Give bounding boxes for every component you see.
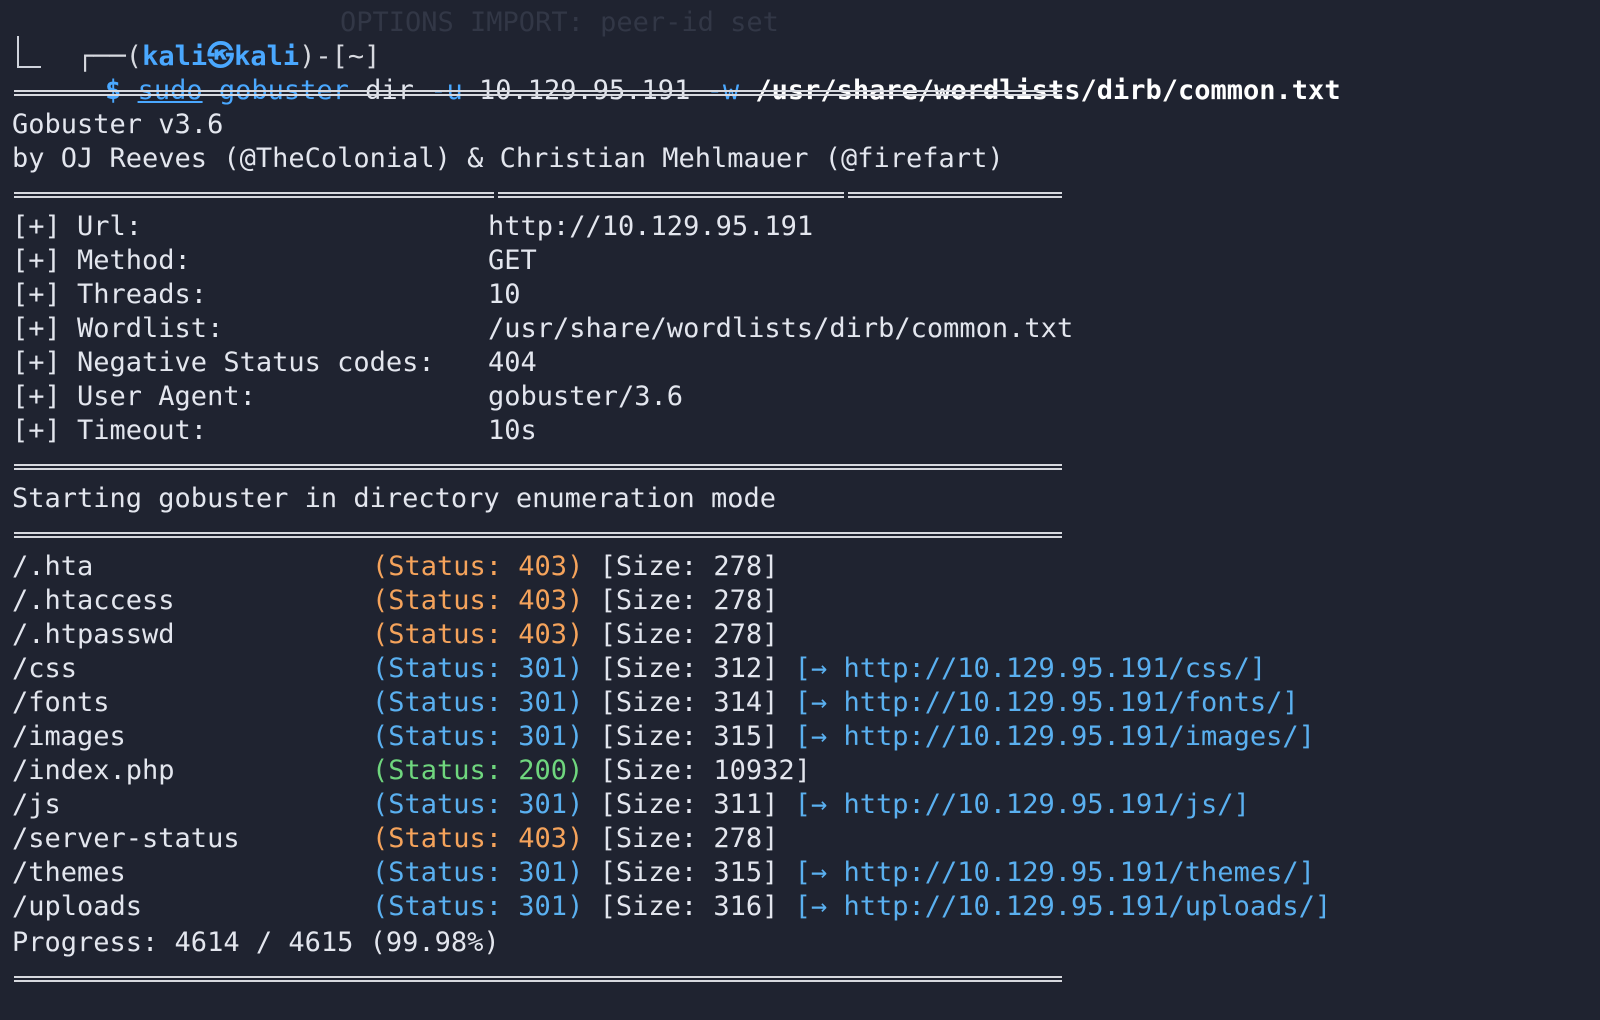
config-timeout: [+] Timeout: 10s	[12, 414, 537, 448]
status-code: (Status: 301)	[372, 687, 584, 718]
status-code: (Status: 301)	[372, 891, 584, 922]
redirect-link[interactable]: [→ http://10.129.95.191/js/]	[795, 789, 1250, 820]
result-size: [Size: 315]	[599, 857, 779, 888]
status-code: (Status: 403)	[372, 551, 584, 582]
status-code: (Status: 403)	[372, 585, 584, 616]
banner-title: Gobuster v3.6	[12, 109, 224, 140]
status-code: (Status: 301)	[372, 653, 584, 684]
result-size: [Size: 315]	[599, 721, 779, 752]
result-size: [Size: 314]	[599, 687, 779, 718]
config-url: [+] Url: http://10.129.95.191	[12, 210, 813, 244]
config-wordlist: [+] Wordlist: /usr/share/wordlists/dirb/c…	[12, 312, 1073, 346]
result-path: /index.php	[12, 755, 175, 786]
config-value: 10	[488, 279, 521, 310]
result-size: [Size: 278]	[599, 619, 779, 650]
result-size: [Size: 278]	[599, 585, 779, 616]
redirect-link[interactable]: [→ http://10.129.95.191/uploads/]	[795, 891, 1331, 922]
result-row[interactable]: /uploads (Status: 301) [Size: 316] [→ htt…	[12, 890, 1331, 924]
config-value: /usr/share/wordlists/dirb/common.txt	[488, 313, 1074, 344]
result-size: [Size: 316]	[599, 891, 779, 922]
separator	[14, 532, 1062, 538]
result-size: [Size: 278]	[599, 823, 779, 854]
status-code: (Status: 301)	[372, 857, 584, 888]
result-path: /.hta	[12, 551, 94, 582]
status-code: (Status: 403)	[372, 619, 584, 650]
result-row[interactable]: /images (Status: 301) [Size: 315] [→ http…	[12, 720, 1315, 754]
config-value: gobuster/3.6	[488, 381, 684, 412]
result-size: [Size: 278]	[599, 551, 779, 582]
config-value: 10s	[488, 415, 537, 446]
config-method: [+] Method: GET	[12, 244, 537, 278]
config-key: [+] Threads:	[12, 279, 208, 310]
separator	[14, 464, 1062, 470]
separator	[14, 976, 1062, 982]
result-row[interactable]: /.htpasswd (Status: 403) [Size: 278]	[12, 618, 778, 652]
result-row[interactable]: /server-status (Status: 403) [Size: 278]	[12, 822, 778, 856]
result-path: /server-status	[12, 823, 240, 854]
config-threads: [+] Threads: 10	[12, 278, 521, 312]
command-line[interactable]: $ sudo gobuster dir -u 10.129.95.191 -w …	[40, 40, 1341, 106]
status-code: (Status: 301)	[372, 721, 584, 752]
result-path: /themes	[12, 857, 126, 888]
banner-authors: by OJ Reeves (@TheColonial) & Christian …	[12, 143, 1004, 174]
config-key: [+] Wordlist:	[12, 313, 224, 344]
result-path: /uploads	[12, 891, 143, 922]
result-size: [Size: 312]	[599, 653, 779, 684]
separator	[14, 90, 1062, 96]
result-row[interactable]: /.htaccess (Status: 403) [Size: 278]	[12, 584, 778, 618]
prompt-line: ┌──(kali㉿kali)-[~]	[12, 6, 380, 72]
result-path: /js	[12, 789, 61, 820]
config-key: [+] Timeout:	[12, 415, 208, 446]
status-code: (Status: 301)	[372, 789, 584, 820]
config-value: 404	[488, 347, 537, 378]
config-key: [+] User Agent:	[12, 381, 256, 412]
result-path: /css	[12, 653, 78, 684]
result-path: /.htpasswd	[12, 619, 175, 650]
result-row[interactable]: /.hta (Status: 403) [Size: 278]	[12, 550, 778, 584]
result-row[interactable]: /fonts (Status: 301) [Size: 314] [→ http:…	[12, 686, 1299, 720]
status-code: (Status: 403)	[372, 823, 584, 854]
redirect-link[interactable]: [→ http://10.129.95.191/fonts/]	[795, 687, 1299, 718]
result-path: /.htaccess	[12, 585, 175, 616]
config-negative-status: [+] Negative Status codes: 404	[12, 346, 537, 380]
config-value: http://10.129.95.191	[488, 211, 814, 242]
mode-line: Starting gobuster in directory enumerati…	[12, 483, 777, 514]
result-path: /fonts	[12, 687, 110, 718]
config-key: [+] Negative Status codes:	[12, 347, 435, 378]
redirect-link[interactable]: [→ http://10.129.95.191/themes/]	[795, 857, 1315, 888]
result-row[interactable]: /js (Status: 301) [Size: 311] [→ http://1…	[12, 788, 1250, 822]
result-row[interactable]: /index.php (Status: 200) [Size: 10932]	[12, 754, 811, 788]
result-size: [Size: 10932]	[599, 755, 811, 786]
progress-line: Progress: 4614 / 4615 (99.98%)	[12, 927, 500, 958]
config-key: [+] Method:	[12, 245, 191, 276]
config-key: [+] Url:	[12, 211, 143, 242]
status-code: (Status: 200)	[372, 755, 584, 786]
result-size: [Size: 311]	[599, 789, 779, 820]
config-user-agent: [+] User Agent: gobuster/3.6	[12, 380, 683, 414]
redirect-link[interactable]: [→ http://10.129.95.191/images/]	[795, 721, 1315, 752]
ghost-text-layer: OPTIONS IMPORT: peer-id set	[340, 7, 779, 38]
config-value: GET	[488, 245, 537, 276]
result-path: /images	[12, 721, 126, 752]
terminal-window[interactable]: OPTIONS IMPORT: peer-id set ┌──(kali㉿kal…	[0, 0, 1600, 1020]
result-row[interactable]: /themes (Status: 301) [Size: 315] [→ http…	[12, 856, 1315, 890]
result-row[interactable]: /css (Status: 301) [Size: 312] [→ http://…	[12, 652, 1266, 686]
redirect-link[interactable]: [→ http://10.129.95.191/css/]	[795, 653, 1266, 684]
separator	[14, 190, 1062, 200]
